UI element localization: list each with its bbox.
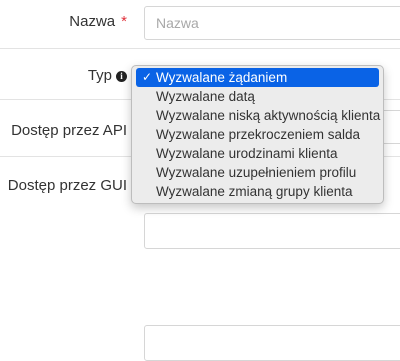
- dropdown-option[interactable]: Wyzwalane uzupełnieniem profilu: [136, 163, 379, 182]
- info-icon[interactable]: i: [116, 71, 127, 82]
- api-access-control[interactable]: [144, 213, 400, 249]
- checkmark-icon: ✓: [142, 70, 153, 84]
- gui-access-label: Dostęp przez GUI: [7, 177, 127, 194]
- name-input-placeholder: Nazwa: [156, 15, 199, 31]
- name-label: Nazwa *: [69, 13, 127, 30]
- gui-access-control[interactable]: [144, 325, 400, 361]
- dropdown-option[interactable]: Wyzwalane datą: [136, 87, 379, 106]
- dropdown-option[interactable]: Wyzwalane zmianą grupy klienta: [136, 182, 379, 201]
- dropdown-option[interactable]: Wyzwalane przekroczeniem salda: [136, 125, 379, 144]
- dropdown-option[interactable]: Wyzwalane urodzinami klienta: [136, 144, 379, 163]
- type-label: Typ i: [88, 67, 127, 84]
- name-input[interactable]: Nazwa: [144, 6, 400, 40]
- api-access-label: Dostęp przez API: [11, 122, 127, 139]
- dropdown-option-selected[interactable]: ✓ Wyzwalane żądaniem: [136, 68, 379, 87]
- dropdown-option[interactable]: Wyzwalane niską aktywnością klienta: [136, 106, 380, 125]
- type-dropdown-menu[interactable]: ✓ Wyzwalane żądaniem Wyzwalane datą Wyzwa…: [131, 65, 384, 204]
- required-asterisk: *: [121, 13, 127, 30]
- name-row: Nazwa * Nazwa: [0, 0, 400, 49]
